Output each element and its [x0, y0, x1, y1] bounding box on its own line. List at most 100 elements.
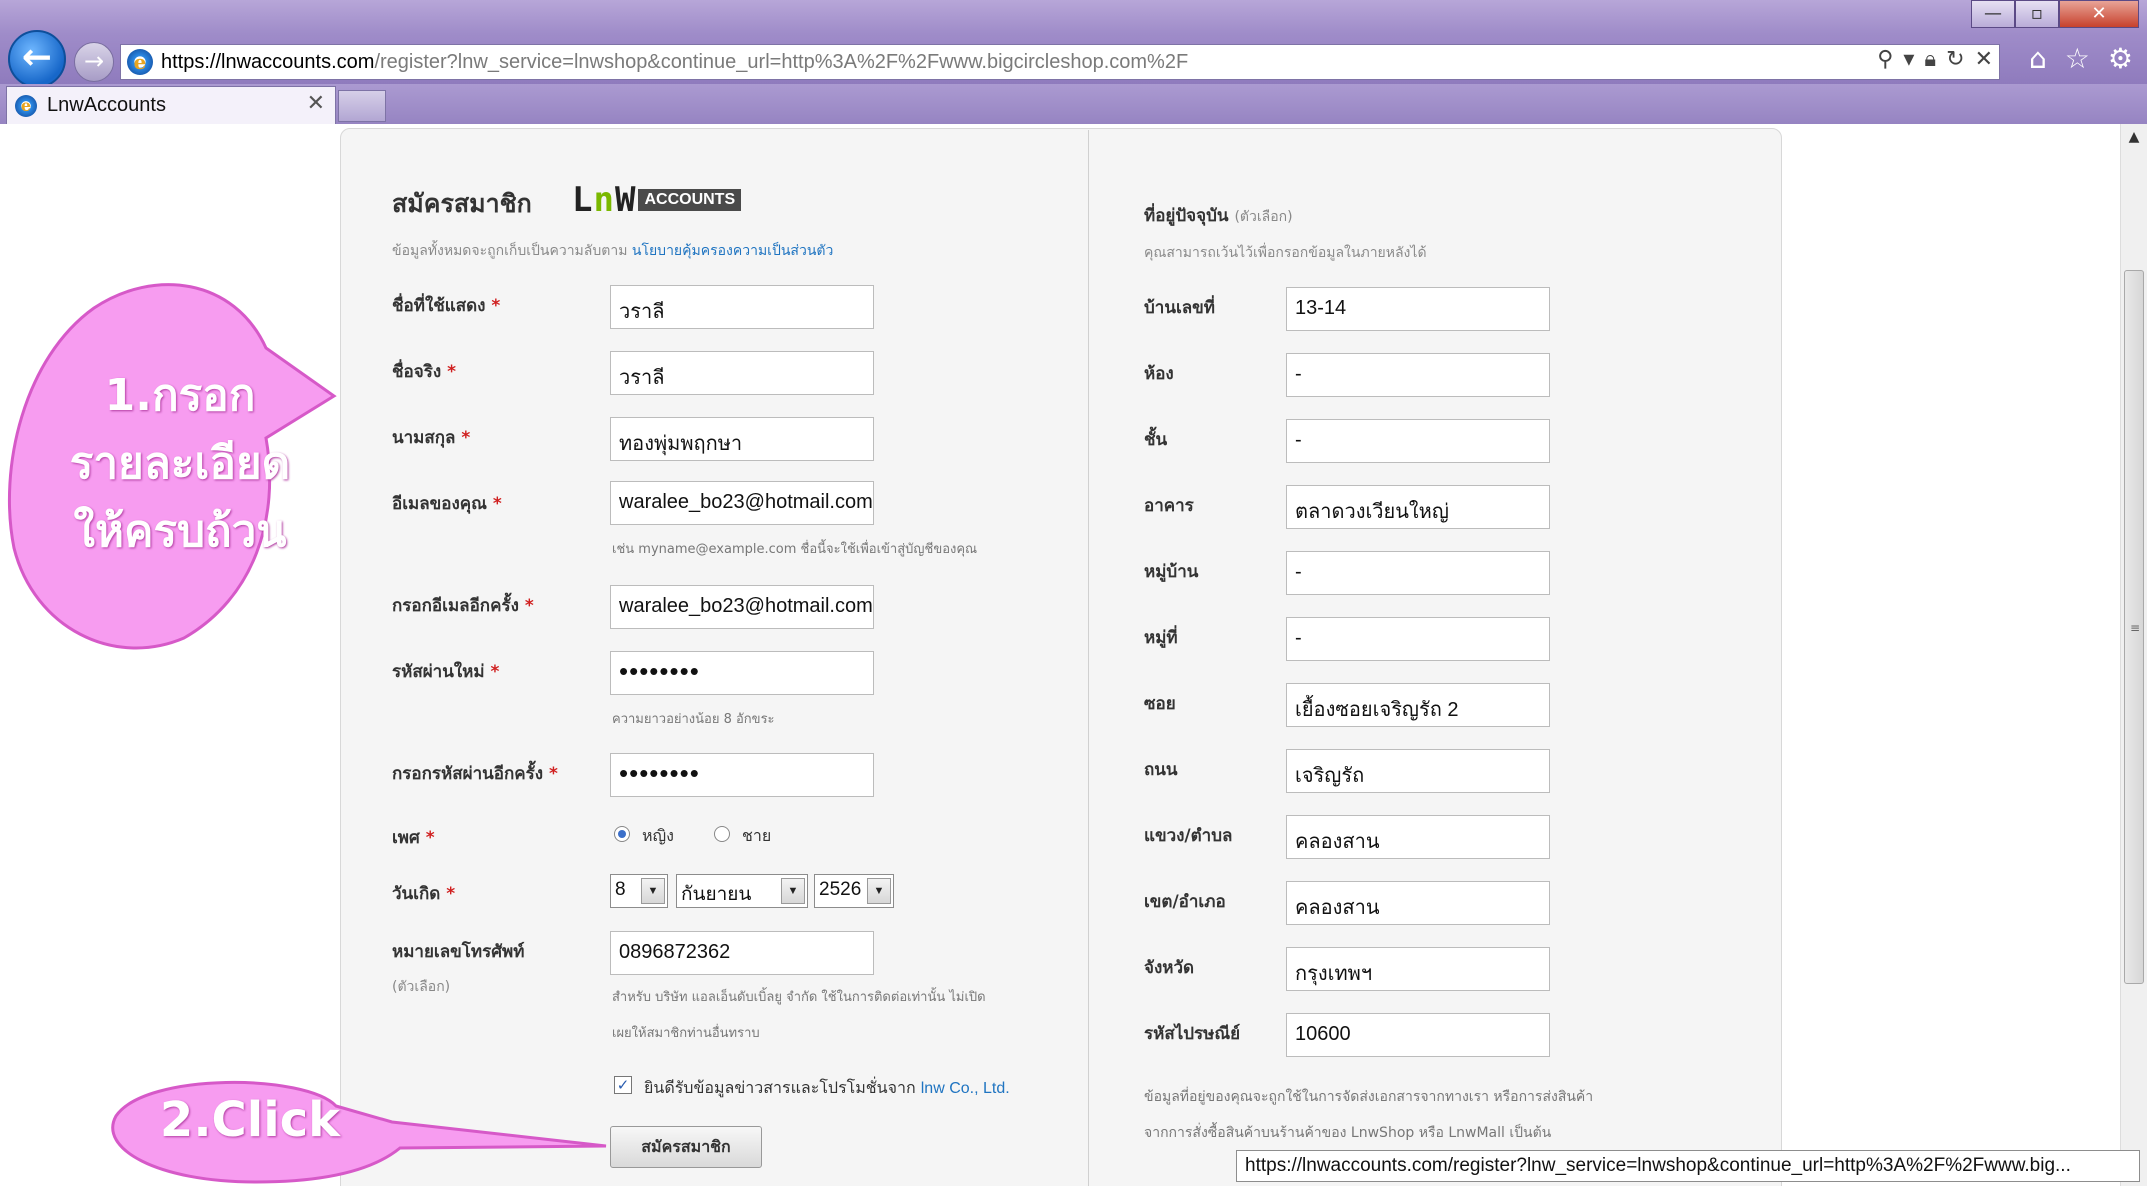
phone-hint-line2: เผยให้สมาชิกท่านอื่นทราบ: [612, 1026, 760, 1041]
phone-input[interactable]: 0896872362: [610, 931, 874, 975]
scroll-up-arrow-icon[interactable]: ▲: [2121, 124, 2147, 150]
password-label: รหัสผ่านใหม่ *: [392, 658, 499, 685]
first-name-label: ชื่อจริง *: [392, 358, 456, 385]
callout-step1-line3: ให้ครบถ้วน: [73, 506, 287, 557]
address-input-floor[interactable]: -: [1286, 419, 1550, 463]
required-mark: *: [490, 662, 500, 682]
address-input-postcode[interactable]: 10600: [1286, 1013, 1550, 1057]
register-submit-button[interactable]: สมัครสมาชิก: [610, 1126, 762, 1168]
address-label-road: ถนน: [1144, 760, 1178, 780]
phone-hint-line1: สำหรับ บริษัท แอลเอ็นดับเบิ้ลยู จำกัด ใช…: [612, 990, 986, 1005]
column-divider: [1088, 130, 1089, 1186]
tab-lnwaccounts[interactable]: e LnwAccounts ✕: [6, 86, 336, 124]
email-input[interactable]: waralee_bo23@hotmail.com: [610, 481, 874, 525]
last-name-input[interactable]: ทองพุ่มพฤกษา: [610, 417, 874, 461]
birthday-month-value: กันยายน: [681, 884, 752, 905]
display-name-label-text: ชื่อที่ใช้แสดง: [392, 296, 486, 316]
password-hint: ความยาวอย่างน้อย 8 อักขระ: [612, 712, 775, 727]
required-mark: *: [524, 596, 534, 616]
address-label-floor: ชั้น: [1144, 430, 1168, 450]
address-input-room[interactable]: -: [1286, 353, 1550, 397]
email-confirm-input[interactable]: waralee_bo23@hotmail.com: [610, 585, 874, 629]
required-mark: *: [446, 884, 456, 904]
close-window-button[interactable]: ✕: [2059, 0, 2139, 28]
grip-icon: ≡: [2130, 621, 2141, 635]
callout-step1-line2: รายละเอียด: [69, 438, 291, 489]
required-mark: *: [492, 494, 502, 514]
privacy-note: ข้อมูลทั้งหมดจะถูกเก็บเป็นความลับตาม นโย…: [392, 240, 833, 262]
address-label-house-no: บ้านเลขที่: [1144, 298, 1216, 318]
back-button[interactable]: ←: [8, 30, 66, 88]
browser-tools: ⌂ ☆ ⚙: [2029, 42, 2133, 75]
address-label-village: หมู่บ้าน: [1144, 562, 1199, 582]
address-note-line1: ข้อมูลที่อยู่ของคุณจะถูกใช้ในการจัดส่งเอ…: [1144, 1089, 1594, 1105]
address-input-soi[interactable]: เยื้องซอยเจริญรัถ 2: [1286, 683, 1550, 727]
search-icon[interactable]: ⚲: [1877, 47, 1893, 72]
phone-label: หมายเลขโทรศัพท์: [392, 942, 525, 962]
vertical-scrollbar[interactable]: ▲ ≡: [2120, 124, 2147, 1186]
birthday-label: วันเกิด *: [392, 880, 455, 907]
forward-button[interactable]: →: [74, 42, 114, 82]
email-confirm-label-text: กรอกอีเมลอีกครั้ง: [392, 596, 519, 616]
first-name-input[interactable]: วราลี: [610, 351, 874, 395]
new-tab-button[interactable]: [338, 90, 386, 122]
gender-male-radio[interactable]: [714, 826, 730, 842]
address-input-village[interactable]: -: [1286, 551, 1550, 595]
address-label-building: อาคาร: [1144, 496, 1194, 516]
tab-label: LnwAccounts: [47, 94, 166, 116]
minimize-button[interactable]: —: [1971, 0, 2015, 28]
privacy-policy-link[interactable]: นโยบายคุ้มครองความเป็นส่วนตัว: [632, 243, 833, 259]
address-label-province: จังหวัด: [1144, 958, 1195, 978]
home-icon[interactable]: ⌂: [2029, 42, 2047, 75]
address-input-moo[interactable]: -: [1286, 617, 1550, 661]
chevron-down-icon: ▼: [867, 878, 891, 904]
address-input-building[interactable]: ตลาดวงเวียนใหญ่: [1286, 485, 1550, 529]
address-input-subdistrict[interactable]: คลองสาน: [1286, 815, 1550, 859]
gender-female-radio[interactable]: [614, 826, 630, 842]
birthday-label-text: วันเกิด: [392, 884, 441, 904]
lnw-accounts-logo: LnW ACCOUNTS: [572, 180, 742, 220]
newsletter-company-link[interactable]: lnw Co., Ltd.: [921, 1080, 1010, 1097]
lock-icon[interactable]: 🔒︎: [1924, 47, 1936, 72]
favorites-star-icon[interactable]: ☆: [2065, 42, 2090, 75]
required-mark: *: [447, 362, 456, 382]
birthday-year-value: 2526: [819, 879, 862, 900]
logo-badge: ACCOUNTS: [638, 189, 742, 211]
browser-titlebar: — ▫ ✕ ← → e https://lnwaccounts.com/regi…: [0, 0, 2147, 88]
stop-icon[interactable]: ✕: [1975, 47, 1993, 72]
tab-close-icon[interactable]: ✕: [307, 91, 325, 116]
address-label-soi: ซอย: [1144, 694, 1176, 714]
status-bar-url: https://lnwaccounts.com/register?lnw_ser…: [1236, 1150, 2140, 1182]
ie-logo-icon: e: [127, 49, 153, 75]
address-bar[interactable]: e https://lnwaccounts.com/register?lnw_s…: [120, 44, 2000, 80]
dropdown-icon[interactable]: ▾: [1903, 47, 1914, 72]
required-mark: *: [461, 428, 471, 448]
callout-step1-word: กรอก: [152, 370, 256, 421]
birthday-year-select[interactable]: 2526 ▼: [814, 874, 894, 908]
email-label: อีเมลของคุณ *: [392, 490, 502, 517]
address-input-house-no[interactable]: 13-14: [1286, 287, 1550, 331]
address-input-district[interactable]: คลองสาน: [1286, 881, 1550, 925]
address-input-province[interactable]: กรุงเทพฯ: [1286, 947, 1550, 991]
maximize-button[interactable]: ▫: [2015, 0, 2059, 28]
address-label-moo: หมู่ที่: [1144, 628, 1178, 648]
address-label-room: ห้อง: [1144, 364, 1174, 384]
address-label-district: เขต/อำเภอ: [1144, 892, 1226, 912]
birthday-day-select[interactable]: 8 ▼: [610, 874, 668, 908]
display-name-input[interactable]: วราลี: [610, 285, 874, 329]
gender-label: เพศ *: [392, 824, 435, 851]
newsletter-label: ยินดีรับข้อมูลข่าวสารและโปรโมชั่นจาก lnw…: [644, 1076, 1010, 1101]
scrollbar-thumb[interactable]: ≡: [2124, 270, 2144, 984]
gear-icon[interactable]: ⚙: [2108, 42, 2133, 75]
password-label-text: รหัสผ่านใหม่: [392, 662, 485, 682]
birthday-month-select[interactable]: กันยายน ▼: [676, 874, 808, 908]
last-name-label-text: นามสกุล: [392, 428, 456, 448]
password-input[interactable]: ••••••••: [610, 651, 874, 695]
refresh-icon[interactable]: ↻: [1946, 47, 1964, 72]
password-confirm-input[interactable]: ••••••••: [610, 753, 874, 797]
last-name-label: นามสกุล *: [392, 424, 470, 451]
address-input-road[interactable]: เจริญรัถ: [1286, 749, 1550, 793]
forward-arrow-icon: →: [83, 47, 105, 75]
required-mark: *: [425, 828, 435, 848]
birthday-day-value: 8: [615, 879, 626, 900]
